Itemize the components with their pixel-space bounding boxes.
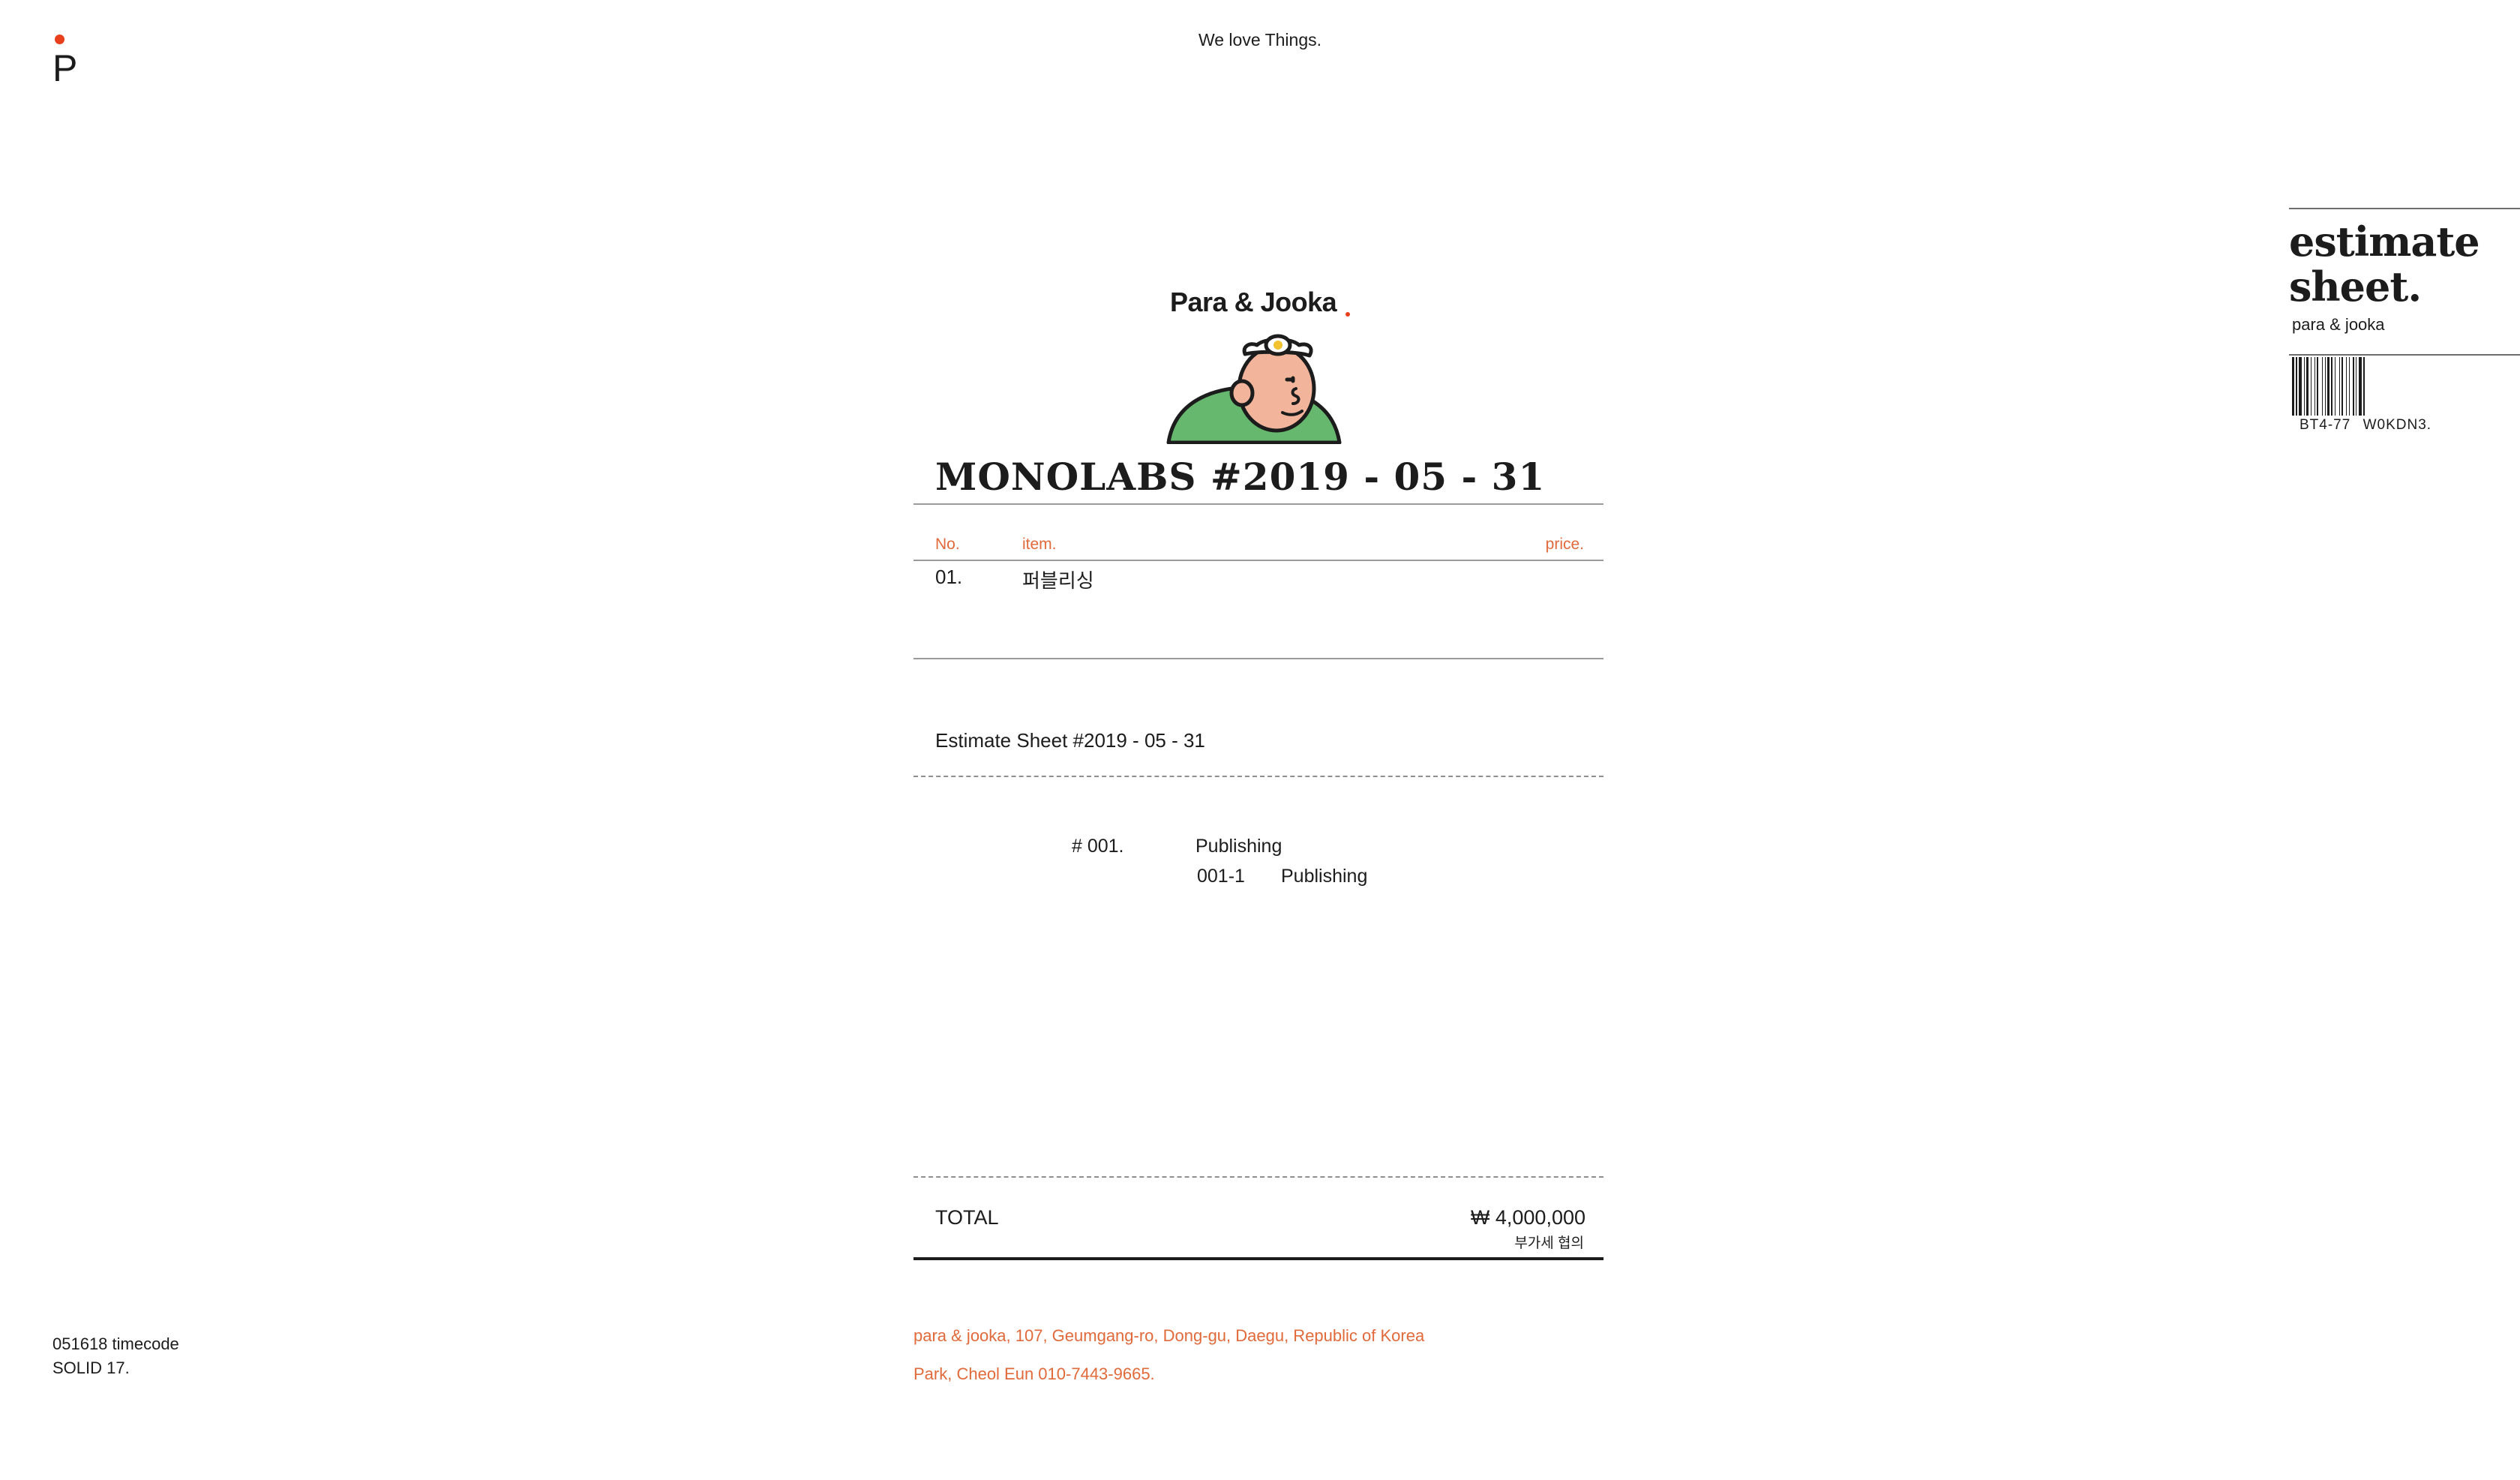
barcode-bar [2325, 357, 2326, 416]
total-amount: ₩ 4,000,000 [1470, 1206, 1586, 1229]
footer-address: para & jooka, 107, Geumgang-ro, Dong-gu,… [914, 1326, 1425, 1345]
side-panel-bottom-rule [2289, 354, 2520, 356]
barcode-bar [2349, 357, 2350, 416]
barcode-bar [2306, 357, 2308, 416]
column-header-no: No. [935, 536, 960, 553]
section-number: # 001. [1072, 836, 1124, 857]
logo-letter: P [52, 47, 78, 89]
barcode-bar [2322, 357, 2323, 416]
total-dashed-rule [914, 1176, 1604, 1178]
barcode-bar [2342, 357, 2343, 416]
barcode-bar [2346, 357, 2347, 416]
footer-contact: Park, Cheol Eun 010-7443-9665. [914, 1364, 1155, 1383]
table-bottom-rule [914, 658, 1604, 659]
barcode-bar [2363, 357, 2365, 416]
barcode-bar [2314, 357, 2315, 416]
barcode-bar [2304, 357, 2305, 416]
side-panel-title-line2: sheet. [2289, 263, 2422, 311]
barcode-text: BT4-77 W0KDN3. [2300, 417, 2432, 433]
barcode-bar [2339, 357, 2340, 416]
barcode-icon [2292, 357, 2365, 416]
barcode-bar [2317, 357, 2318, 416]
row-item: 퍼블리싱 [1022, 569, 1094, 592]
barcode-bar [2335, 357, 2336, 416]
timecode-line2: SOLID 17. [52, 1358, 130, 1377]
section-dashed-rule [914, 776, 1604, 777]
timecode: 051618 timecode SOLID 17. [52, 1332, 179, 1380]
subsection-name: Publishing [1281, 866, 1368, 887]
barcode-bar [2299, 357, 2302, 416]
barcode-bar [2296, 357, 2297, 416]
total-label: TOTAL [935, 1206, 999, 1229]
barcode-bar [2327, 357, 2330, 416]
brand-dot [1346, 312, 1350, 317]
vat-note: 부가세 협의 [1514, 1235, 1584, 1251]
barcode-bar [2353, 357, 2354, 416]
total-rule [914, 1257, 1604, 1260]
side-panel-subtitle: para & jooka [2292, 315, 2385, 334]
side-panel-title: estimate sheet. [2289, 219, 2480, 309]
subsection-number: 001-1 [1197, 866, 1245, 887]
column-header-price: price. [1545, 536, 1584, 553]
side-panel-top-rule [2289, 208, 2520, 209]
mascot-illustration [1166, 334, 1342, 444]
estimate-sheet-label: Estimate Sheet #2019 - 05 - 31 [935, 729, 1205, 752]
estimate-title: MONOLABS #2019 - 05 - 31 [935, 455, 1546, 499]
column-header-item: item. [1022, 536, 1057, 553]
timecode-line1: 051618 timecode [52, 1334, 179, 1353]
row-number: 01. [935, 566, 963, 588]
brand-name: Para & Jooka [1170, 287, 1337, 317]
side-panel-title-line1: estimate [2289, 218, 2480, 266]
section-name: Publishing [1196, 836, 1282, 857]
title-rule [914, 503, 1604, 505]
barcode-bar [2311, 357, 2312, 416]
tagline: We love Things. [1198, 30, 1322, 50]
table-header-rule [914, 560, 1604, 561]
barcode-bar [2359, 357, 2362, 416]
barcode-bar [2292, 357, 2294, 416]
barcode-bar [2331, 357, 2332, 416]
